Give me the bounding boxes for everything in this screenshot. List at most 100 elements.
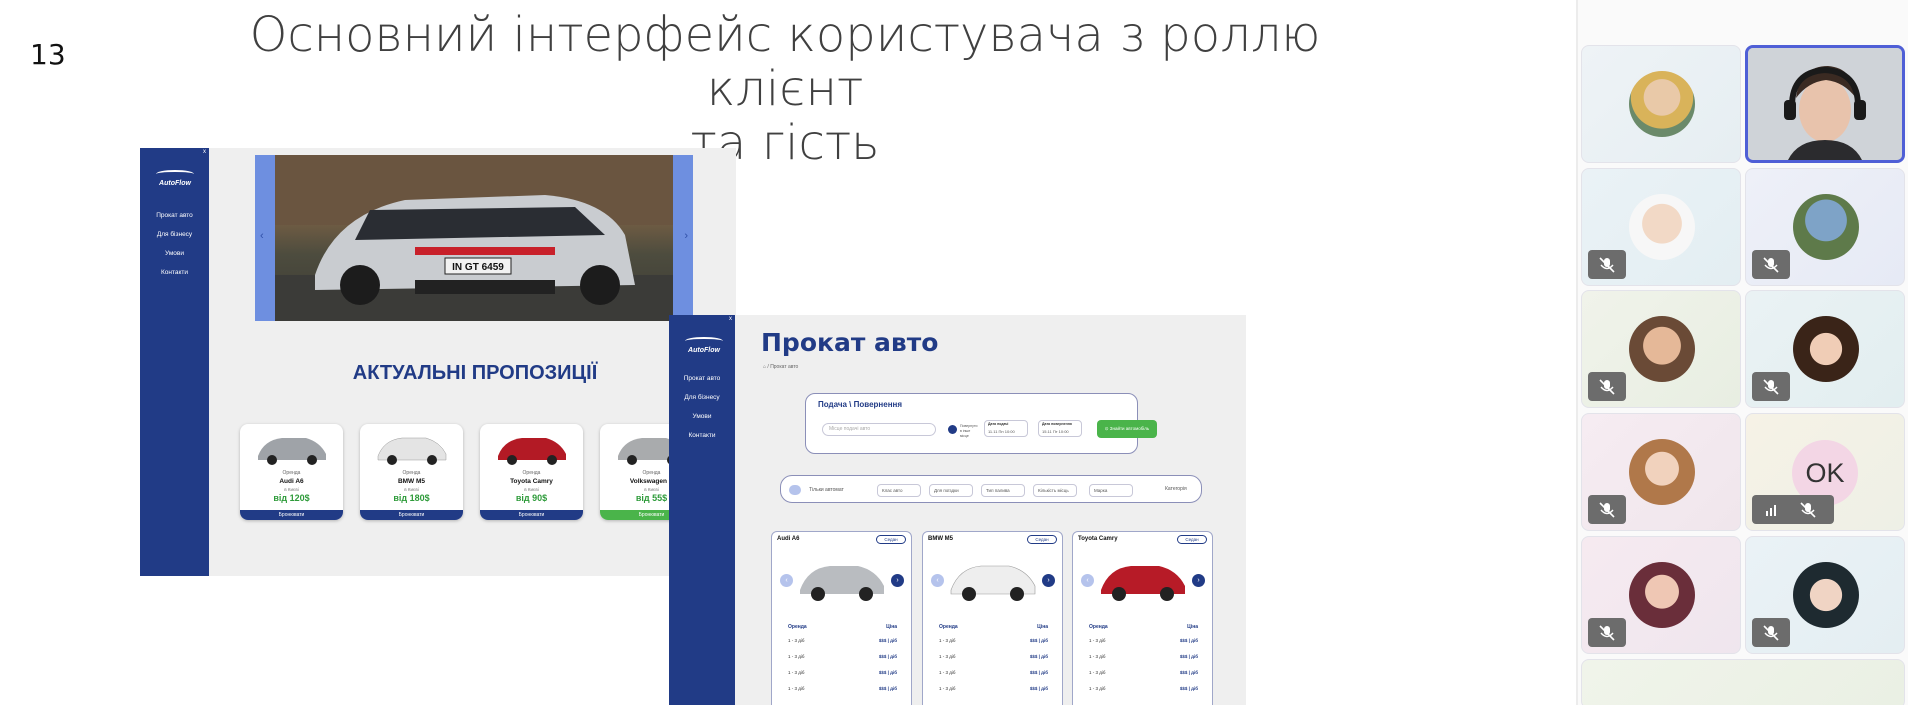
offer-card[interactable]: Оренда BMW M5 в Києві від 180$ Бронювати: [360, 424, 463, 520]
rent-price: $$$ | діб: [878, 686, 897, 691]
participant-tile[interactable]: [1581, 659, 1905, 705]
rent-period: 1 - 3 діб: [1089, 638, 1106, 643]
nav-item-terms[interactable]: Умови: [140, 244, 209, 263]
nav-item-business[interactable]: Для бізнесу: [140, 225, 209, 244]
rent-price: $$$ | діб: [1029, 670, 1048, 675]
nav-item-contacts[interactable]: Контакти: [669, 426, 735, 445]
side-nav: x AutoFlow Прокат авто Для бізнесу Умови…: [669, 315, 735, 705]
side-nav: x AutoFlow Прокат авто Для бізнесу Умови…: [140, 148, 209, 576]
page-title: Прокат авто: [761, 328, 939, 357]
mic-off-icon: [1763, 379, 1779, 395]
book-button[interactable]: Бронювати: [360, 510, 463, 520]
book-button[interactable]: Бронювати: [480, 510, 583, 520]
participant-avatar: [1793, 316, 1859, 382]
nav-list: Прокат авто Для бізнесу Умови Контакти: [669, 369, 735, 445]
nav-item-business[interactable]: Для бізнесу: [669, 388, 735, 407]
car-card[interactable]: Toyota Camry Седан ‹ › Оренда Ціна 1 - 3…: [1072, 531, 1213, 705]
car-name: BMW M5: [928, 536, 953, 542]
participant-tile[interactable]: [1581, 168, 1741, 286]
participant-tile[interactable]: [1581, 290, 1741, 408]
participant-tile-speaking[interactable]: [1745, 45, 1905, 163]
body-type-badge: Седан: [876, 535, 906, 544]
car-card[interactable]: Audi A6 Седан ‹ › Оренда Ціна 1 - 3 діб …: [771, 531, 912, 705]
rent-price: $$$ | діб: [1029, 686, 1048, 691]
chevron-left-icon[interactable]: ‹: [1081, 574, 1094, 587]
automatic-toggle[interactable]: [789, 485, 801, 495]
offer-location: в Києві: [524, 487, 539, 492]
trip-select[interactable]: Для поїздки: [929, 484, 973, 497]
muted-indicator: [1588, 495, 1626, 524]
breadcrumb[interactable]: ⌂ / Прокат авто: [763, 364, 798, 370]
close-icon[interactable]: x: [729, 316, 732, 322]
offer-card[interactable]: Оренда Toyota Camry в Києві від 90$ Брон…: [480, 424, 583, 520]
class-select[interactable]: Клас авто: [877, 484, 921, 497]
license-plate: IN GT 6459: [452, 262, 504, 273]
brand-select[interactable]: Марка: [1089, 484, 1133, 497]
nav-item-contacts[interactable]: Контакти: [140, 263, 209, 282]
offer-name: BMW M5: [397, 478, 426, 485]
rent-period: 1 - 3 діб: [939, 654, 956, 659]
return-date-field[interactable]: Дата повернення 15.11 Пт 10:00: [1038, 420, 1082, 437]
category-select[interactable]: Категорія: [1165, 486, 1187, 492]
car-image: [800, 566, 884, 601]
home-page-screenshot: x AutoFlow Прокат авто Для бізнесу Умови…: [140, 148, 736, 576]
participant-tile[interactable]: [1581, 45, 1741, 163]
pickup-date-field[interactable]: Дата подачі 11.11 Пн 10:00: [984, 420, 1028, 437]
offers-title: АКТУАЛЬНІ ПРОПОЗИЦІЇ: [352, 362, 598, 384]
chevron-left-icon[interactable]: ‹: [931, 574, 944, 587]
participant-avatar: [1629, 194, 1695, 260]
participant-tile[interactable]: OK: [1745, 413, 1905, 531]
return-elsewhere-radio[interactable]: [948, 425, 957, 434]
fuel-select[interactable]: Тип палива: [981, 484, 1025, 497]
slide-title-line-1: Основний інтерфейс користувача з роллю к…: [249, 7, 1321, 117]
car-card[interactable]: BMW M5 Седан ‹ › Оренда Ціна 1 - 3 діб $…: [922, 531, 1063, 705]
slide-title: Основний інтерфейс користувача з роллю к…: [200, 8, 1370, 170]
filters-bar: Тільки автомат Клас авто Для поїздки Тип…: [780, 475, 1202, 503]
rent-period: 1 - 3 діб: [788, 638, 805, 643]
participants-panel: OK: [1576, 0, 1908, 705]
mic-off-icon: [1763, 257, 1779, 273]
logo-text: AutoFlow: [688, 347, 720, 354]
nav-item-rental[interactable]: Прокат авто: [140, 206, 209, 225]
participant-tile[interactable]: [1745, 290, 1905, 408]
autoflow-logo[interactable]: AutoFlow: [148, 170, 202, 187]
participant-tile[interactable]: [1581, 536, 1741, 654]
offer-price: від 180$: [393, 493, 430, 503]
rent-period: 1 - 3 діб: [788, 686, 805, 691]
pickup-title: Подача \ Повернення: [818, 400, 903, 409]
book-button[interactable]: Бронювати: [240, 510, 343, 520]
nav-item-terms[interactable]: Умови: [669, 407, 735, 426]
rent-price: $$$ | діб: [1179, 638, 1198, 643]
car-name: Toyota Camry: [1078, 536, 1118, 542]
chevron-right-icon[interactable]: ›: [1192, 574, 1205, 587]
close-icon[interactable]: x: [203, 149, 206, 155]
muted-indicator: [1752, 250, 1790, 279]
offer-name: Audi A6: [279, 478, 304, 485]
participant-avatar: [1793, 562, 1859, 628]
chevron-left-icon[interactable]: ‹: [780, 574, 793, 587]
car-image: [258, 438, 326, 465]
muted-indicator: [1588, 250, 1626, 279]
rental-page-screenshot: x AutoFlow Прокат авто Для бізнесу Умови…: [669, 315, 1246, 705]
participant-tile[interactable]: [1581, 413, 1741, 531]
chevron-right-icon[interactable]: ›: [684, 230, 688, 242]
car-logo-icon: [156, 170, 194, 178]
price-column-header: Ціна: [1187, 624, 1198, 630]
rent-period: 1 - 3 діб: [939, 638, 956, 643]
location-input[interactable]: Місце подачі авто: [822, 423, 936, 436]
hero-carousel: ‹ IN GT 6459 ›: [255, 155, 693, 321]
participant-tile[interactable]: [1745, 168, 1905, 286]
pickup-date-label: Дата подачі: [988, 422, 1009, 426]
offer-price: від 120$: [273, 493, 310, 503]
chevron-right-icon[interactable]: ›: [891, 574, 904, 587]
chevron-left-icon[interactable]: ‹: [260, 230, 264, 242]
participant-tile[interactable]: [1745, 536, 1905, 654]
autoflow-logo[interactable]: AutoFlow: [677, 337, 731, 354]
seats-select[interactable]: Кількість місць: [1033, 484, 1077, 497]
rent-period: 1 - 3 діб: [939, 670, 956, 675]
offer-card[interactable]: Оренда Audi A6 в Києві від 120$ Бронюват…: [240, 424, 343, 520]
nav-item-rental[interactable]: Прокат авто: [669, 369, 735, 388]
offer-location: в Києві: [404, 487, 419, 492]
chevron-right-icon[interactable]: ›: [1042, 574, 1055, 587]
find-car-button[interactable]: ⊙ Знайти автомобіль: [1097, 420, 1157, 438]
